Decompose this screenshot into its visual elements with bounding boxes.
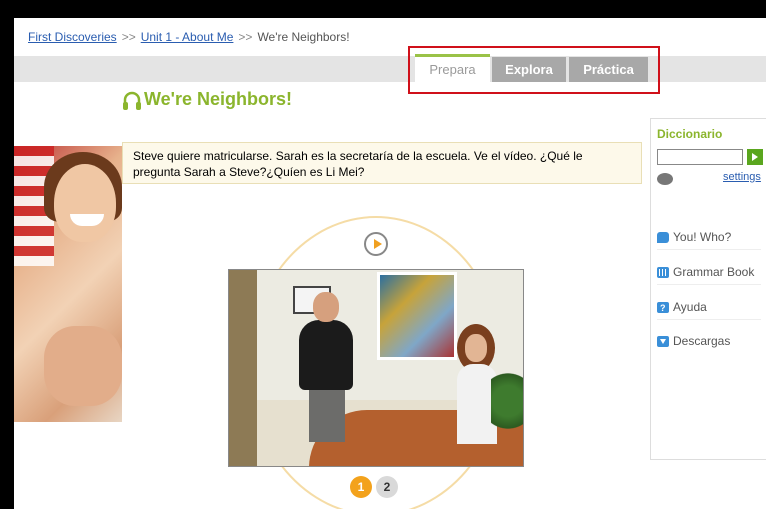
video-scene-door (229, 270, 257, 466)
dictionary-search-input[interactable] (657, 149, 743, 165)
sidebar-item-label: Grammar Book (673, 265, 755, 279)
dictionary-go-button[interactable] (747, 149, 763, 165)
grammar-book-icon (657, 267, 669, 279)
download-icon (657, 336, 669, 348)
speech-bubble-icon (657, 232, 669, 244)
dictionary-settings-link[interactable]: settings (723, 171, 761, 183)
breadcrumb-separator: >> (238, 30, 253, 44)
breadcrumb-link-first-discoveries[interactable]: First Discoveries (28, 30, 117, 44)
page-2-button[interactable]: 2 (376, 476, 398, 498)
breadcrumb-current: We're Neighbors! (257, 30, 350, 44)
sidebar-item-ayuda[interactable]: Ayuda (657, 295, 761, 320)
sidebar-item-descargas[interactable]: Descargas (657, 329, 761, 353)
audio-icon (657, 173, 673, 185)
welcome-photo (14, 146, 122, 422)
page-1-button[interactable]: 1 (350, 476, 372, 498)
video-scene-plant (491, 366, 523, 436)
photo-face (54, 164, 116, 242)
sidebar-item-label: You! Who? (673, 230, 732, 244)
tab-prepara[interactable]: Prepara (415, 54, 490, 85)
dictionary-title: Diccionario (657, 127, 723, 141)
photo-hand (44, 326, 122, 406)
lesson-title: We're Neighbors! (122, 89, 292, 110)
sidebar-item-grammar-book[interactable]: Grammar Book (657, 260, 761, 285)
lesson-title-text: We're Neighbors! (144, 89, 292, 109)
instruction-box: Steve quiere matricularse. Sarah es la s… (122, 142, 642, 184)
breadcrumb: First Discoveries >> Unit 1 - About Me >> We… (28, 30, 350, 44)
video-player[interactable] (228, 269, 524, 467)
tab-explora[interactable]: Explora (492, 57, 566, 82)
sidebar-item-label: Descargas (673, 334, 731, 348)
video-scene-man (295, 292, 353, 442)
page: First Discoveries >> Unit 1 - About Me >> We… (14, 18, 766, 509)
tab-practica[interactable]: Práctica (569, 57, 648, 82)
sidebar-item-you-who[interactable]: You! Who? (657, 225, 761, 250)
breadcrumb-separator: >> (121, 30, 136, 44)
video-pager: 12 (350, 476, 402, 498)
sidebar-item-label: Ayuda (673, 300, 707, 314)
sidebar: Diccionario settings You! Who? Grammar B… (650, 118, 766, 460)
help-icon (657, 296, 669, 320)
play-icon[interactable] (364, 232, 388, 256)
video-scene-painting (377, 272, 457, 360)
breadcrumb-link-unit-1[interactable]: Unit 1 - About Me (141, 30, 234, 44)
